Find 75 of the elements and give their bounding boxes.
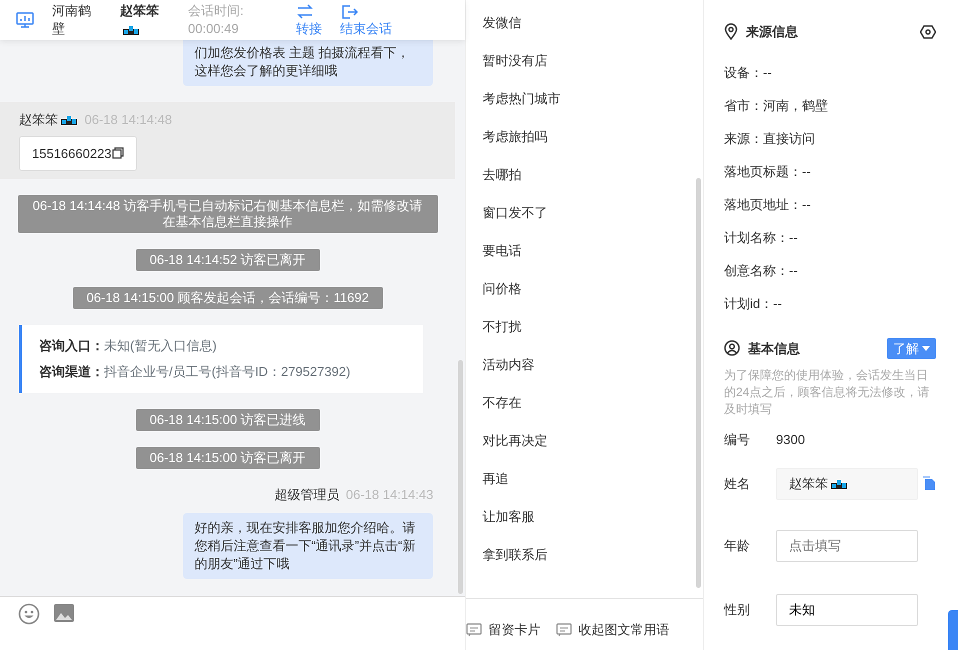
location-text: 河南鹤壁 — [52, 2, 92, 38]
field-label: 年龄 — [724, 536, 751, 555]
name-field[interactable]: 赵笨笨 — [776, 468, 918, 500]
quick-reply-item[interactable]: 再追 — [482, 460, 703, 498]
side-tab[interactable] — [948, 610, 958, 650]
sender-name: 超级管理员 — [274, 486, 340, 504]
quick-reply-item[interactable]: 活动内容 — [482, 346, 703, 384]
timer-value: 00:00:49 — [188, 20, 240, 38]
info-value: 抖音企业号/员工号(抖音号ID：279527392) — [104, 364, 350, 379]
timer-label: 会话时间: — [188, 2, 245, 20]
source-field: 落地页地址：-- — [724, 188, 936, 220]
monitor-icon — [16, 12, 34, 28]
quick-reply-item[interactable]: 窗口发不了 — [482, 194, 703, 232]
exit-icon — [340, 3, 358, 21]
source-field: 设备：-- — [724, 56, 936, 88]
quick-reply-item[interactable]: 去哪拍 — [482, 156, 703, 194]
footer-button[interactable]: 收起图文常用语 — [556, 609, 670, 650]
message-icon — [556, 622, 572, 636]
source-field: 省市：河南，鹤壁 — [724, 88, 936, 122]
source-field: 落地页标题：-- — [724, 154, 936, 188]
system-notice: 06-18 14:14:52 访客已离开 — [136, 249, 320, 271]
footer-button[interactable]: 留资卡片 — [466, 609, 540, 650]
swap-arrows-icon — [296, 3, 314, 21]
quick-reply-item[interactable]: 对比再决定 — [482, 422, 703, 460]
message-icon — [466, 622, 482, 636]
quick-reply-item[interactable]: 让加客服 — [482, 498, 703, 536]
quick-reply-item[interactable]: 不存在 — [482, 384, 703, 422]
sleep-icon — [60, 114, 78, 126]
transfer-button[interactable]: 转接 — [296, 3, 322, 37]
section-title: 来源信息 — [746, 23, 798, 41]
sleep-icon — [830, 478, 848, 490]
system-notice: 06-18 14:15:00 访客已进线 — [136, 409, 320, 431]
section-title: 基本信息 — [748, 340, 800, 358]
message-time: 06-18 14:14:43 — [346, 486, 434, 504]
sender-name: 赵笨笨 — [19, 111, 58, 129]
source-field: 计划id：-- — [724, 286, 936, 320]
phone-number: 15516660223 — [32, 144, 112, 162]
settings-icon — [920, 24, 936, 39]
system-notice: 06-18 14:15:00 顾客发起会话，会话编号：11692 — [72, 287, 383, 309]
quick-reply-item[interactable]: 考虑旅拍吗 — [482, 118, 703, 156]
copy-icon — [922, 476, 936, 491]
image-icon — [54, 603, 74, 623]
field-label: 姓名 — [724, 474, 751, 493]
copy-icon — [112, 147, 124, 160]
visitor-name: 赵笨笨 — [120, 3, 159, 18]
quick-reply-item[interactable]: 要电话 — [482, 232, 703, 270]
quick-reply-item[interactable]: 暂时没有店 — [482, 42, 703, 80]
input-field[interactable]: 未知 — [776, 594, 918, 626]
field-value: 9300 — [776, 431, 805, 449]
field-value: 赵笨笨 — [789, 474, 828, 493]
info-label: 咨询渠道： — [39, 364, 104, 379]
quick-reply-item[interactable]: 发微信 — [482, 4, 703, 42]
end-session-button[interactable]: 结束会话 — [340, 3, 392, 37]
source-field: 来源：直接访问 — [724, 122, 936, 154]
quick-reply-item[interactable]: 问价格 — [482, 270, 703, 308]
quick-reply-item[interactable]: 考虑热门城市 — [482, 80, 703, 118]
quick-reply-item[interactable]: 拿到联系后 — [482, 536, 703, 574]
system-notice: 06-18 14:14:48 访客手机号已自动标记右侧基本信息栏，如需修改请在基本信息栏直接操作 — [18, 195, 438, 233]
location-pin-icon — [724, 23, 738, 40]
system-notice: 06-18 14:15:00 访客已离开 — [136, 447, 320, 469]
message-bubble: 们加您发价格表 主题 拍摄流程看下，这样您会了解的更详细哦 — [183, 40, 434, 86]
message-bubble: 好的亲，现在安排客服加您介绍哈。请您稍后注意查看一下“通讯录”并点击“新的朋友”通过下哦 — [183, 512, 434, 578]
source-field: 计划名称：-- — [724, 220, 936, 254]
notice-text: 为了保障您的使用体验，会话发生当日的24点之后，顾客信息将无法修改，请及时填写 — [724, 367, 930, 418]
emoji-icon — [18, 603, 40, 625]
info-label: 咨询入口： — [39, 338, 104, 353]
info-value: 未知(暂无入口信息) — [104, 338, 217, 353]
field-label: 性别 — [724, 600, 751, 619]
quick-reply-item[interactable]: 不打扰 — [482, 308, 703, 346]
user-circle-icon — [724, 340, 740, 356]
caret-icon — [922, 346, 930, 351]
source-field: 创意名称：-- — [724, 254, 936, 286]
sleep-icon — [122, 24, 140, 36]
input-field[interactable]: 点击填写 — [776, 530, 918, 562]
field-label: 编号 — [724, 431, 751, 449]
